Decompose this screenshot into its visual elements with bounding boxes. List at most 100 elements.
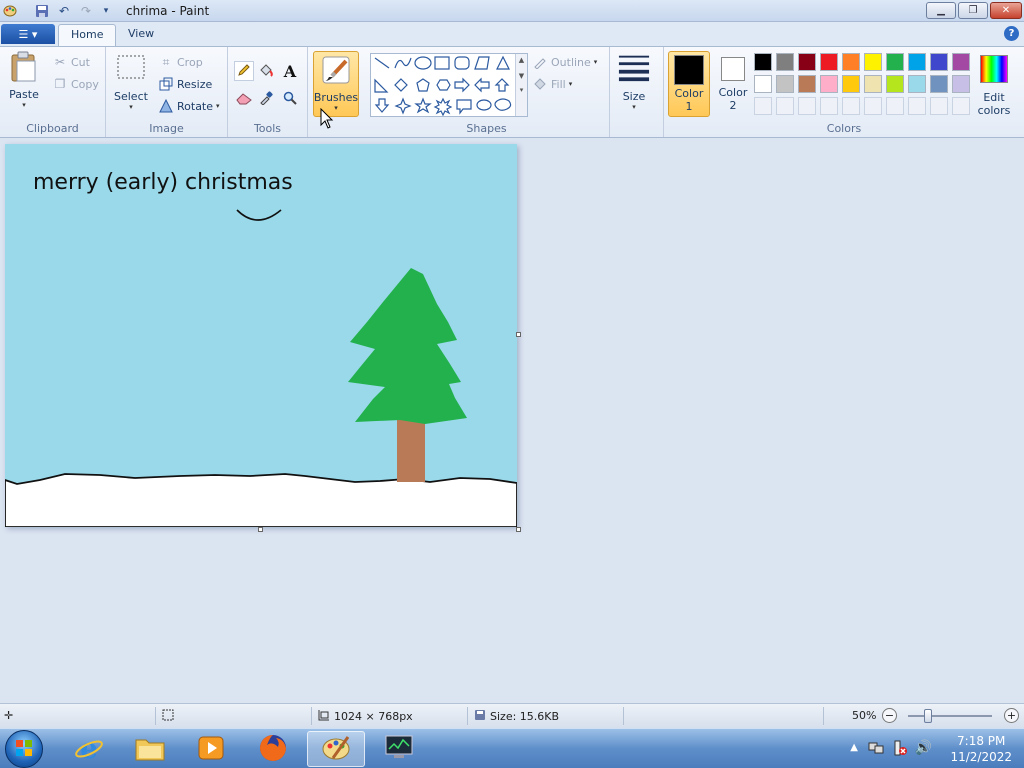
palette-swatch[interactable]: [842, 97, 860, 115]
pencil-tool[interactable]: [234, 61, 254, 81]
palette-swatch[interactable]: [754, 53, 772, 71]
shapes-gallery[interactable]: ▲ ▼ ▾: [370, 53, 528, 117]
minimize-button[interactable]: ▁: [926, 2, 956, 19]
palette-swatch[interactable]: [952, 53, 970, 71]
shapes-scrollbar[interactable]: ▲ ▼ ▾: [515, 54, 527, 116]
taskbar-internet-explorer[interactable]: e: [60, 731, 118, 767]
show-hidden-icons-icon[interactable]: ▲: [850, 742, 858, 753]
palette-swatch[interactable]: [776, 75, 794, 93]
palette-swatch[interactable]: [798, 97, 816, 115]
close-button[interactable]: ✕: [990, 2, 1022, 19]
palette-swatch[interactable]: [776, 53, 794, 71]
color-1-button[interactable]: Color 1: [668, 51, 710, 117]
palette-swatch[interactable]: [908, 75, 926, 93]
tab-view[interactable]: View: [116, 24, 166, 46]
cut-button[interactable]: ✂ Cut: [52, 53, 90, 71]
palette-swatch[interactable]: [842, 53, 860, 71]
edit-colors-button[interactable]: Edit colors: [974, 51, 1014, 117]
palette-swatch[interactable]: [798, 75, 816, 93]
restore-button[interactable]: ❐: [958, 2, 988, 19]
color-2-button[interactable]: Color 2: [712, 51, 754, 117]
minimize-icon: ▁: [937, 5, 945, 16]
color-picker-tool[interactable]: [256, 89, 276, 109]
taskbar-paint[interactable]: [307, 731, 365, 767]
palette-swatch[interactable]: [754, 75, 772, 93]
rotate-button[interactable]: Rotate ▾: [158, 97, 220, 115]
select-icon: [115, 51, 147, 83]
palette-swatch[interactable]: [886, 75, 904, 93]
volume-icon[interactable]: 🔊: [915, 740, 932, 756]
zoom-in-button[interactable]: +: [1004, 708, 1019, 723]
taskbar-firefox[interactable]: [244, 731, 302, 767]
image-dimensions: 1024 × 768px: [318, 709, 413, 724]
help-icon[interactable]: ?: [1004, 26, 1019, 41]
eraser-icon: [236, 91, 252, 108]
taskbar-media-player[interactable]: [182, 731, 240, 767]
group-label-shapes: Shapes: [466, 122, 507, 135]
text-tool[interactable]: A: [280, 61, 300, 81]
palette-swatch[interactable]: [820, 97, 838, 115]
palette-swatch[interactable]: [952, 97, 970, 115]
palette-swatch[interactable]: [754, 97, 772, 115]
color-2-swatch: [721, 57, 745, 81]
undo-icon[interactable]: ↶: [56, 3, 72, 19]
select-button[interactable]: Select ▾: [114, 51, 148, 111]
resize-handle-right[interactable]: [516, 332, 521, 337]
resize-handle-corner[interactable]: [516, 527, 521, 532]
fill-tool[interactable]: [256, 61, 276, 81]
taskbar-clock[interactable]: 7:18 PM 11/2/2022: [950, 733, 1012, 765]
drawing-canvas[interactable]: merry (early) christmas: [5, 144, 517, 527]
palette-swatch[interactable]: [842, 75, 860, 93]
status-separator: [623, 707, 624, 725]
palette-swatch[interactable]: [930, 97, 948, 115]
palette-swatch[interactable]: [886, 53, 904, 71]
group-label-colors: Colors: [826, 122, 862, 135]
tab-home[interactable]: Home: [58, 24, 117, 46]
palette-swatch[interactable]: [820, 75, 838, 93]
crop-button[interactable]: ⌗ Crop: [158, 53, 203, 71]
palette-swatch[interactable]: [820, 53, 838, 71]
redo-icon[interactable]: ↷: [78, 3, 94, 19]
group-label-clipboard: Clipboard: [26, 122, 79, 135]
palette-swatch[interactable]: [908, 97, 926, 115]
firefox-icon: [258, 733, 288, 766]
scroll-up-icon: ▲: [518, 56, 525, 64]
palette-swatch[interactable]: [908, 53, 926, 71]
eraser-tool[interactable]: [234, 89, 254, 109]
palette-swatch[interactable]: [864, 53, 882, 71]
save-icon[interactable]: [34, 3, 50, 19]
customize-quick-access-icon[interactable]: ▾: [98, 3, 114, 19]
paint-app-icon[interactable]: [2, 3, 18, 19]
palette-swatch[interactable]: [864, 75, 882, 93]
paint-bucket-icon: [258, 62, 274, 81]
palette-swatch[interactable]: [864, 97, 882, 115]
paint-menu-button[interactable]: ☰ ▾: [1, 24, 55, 44]
palette-swatch[interactable]: [952, 75, 970, 93]
magnifier-tool[interactable]: [280, 89, 300, 109]
resize-button[interactable]: Resize: [158, 75, 212, 93]
paste-button[interactable]: Paste ▾: [8, 51, 40, 109]
network-icon[interactable]: [868, 740, 884, 759]
palette-swatch[interactable]: [798, 53, 816, 71]
zoom-slider-thumb[interactable]: [924, 709, 932, 723]
palette-swatch[interactable]: [930, 75, 948, 93]
action-center-icon[interactable]: [892, 740, 908, 759]
palette-swatch[interactable]: [886, 97, 904, 115]
zoom-slider-track[interactable]: [908, 715, 992, 717]
folder-icon: [134, 734, 166, 765]
palette-swatch[interactable]: [776, 97, 794, 115]
taskbar-task-manager[interactable]: [370, 731, 428, 767]
selection-icon: [162, 709, 174, 724]
taskbar-file-explorer[interactable]: [121, 731, 179, 767]
tree-trunk: [397, 414, 425, 482]
resize-handle-bottom[interactable]: [258, 527, 263, 532]
palette-swatch[interactable]: [930, 53, 948, 71]
outline-button[interactable]: Outline ▾: [532, 53, 597, 71]
file-size: Size: 15.6KB: [474, 709, 559, 724]
copy-button[interactable]: ❐ Copy: [52, 75, 99, 93]
zoom-out-button[interactable]: −: [882, 708, 897, 723]
size-button[interactable]: Size ▾: [618, 51, 650, 111]
fill-button[interactable]: Fill ▾: [532, 75, 572, 93]
ribbon-tabs: ☰ ▾ Home View ?: [0, 22, 1024, 46]
start-button[interactable]: [5, 730, 43, 768]
